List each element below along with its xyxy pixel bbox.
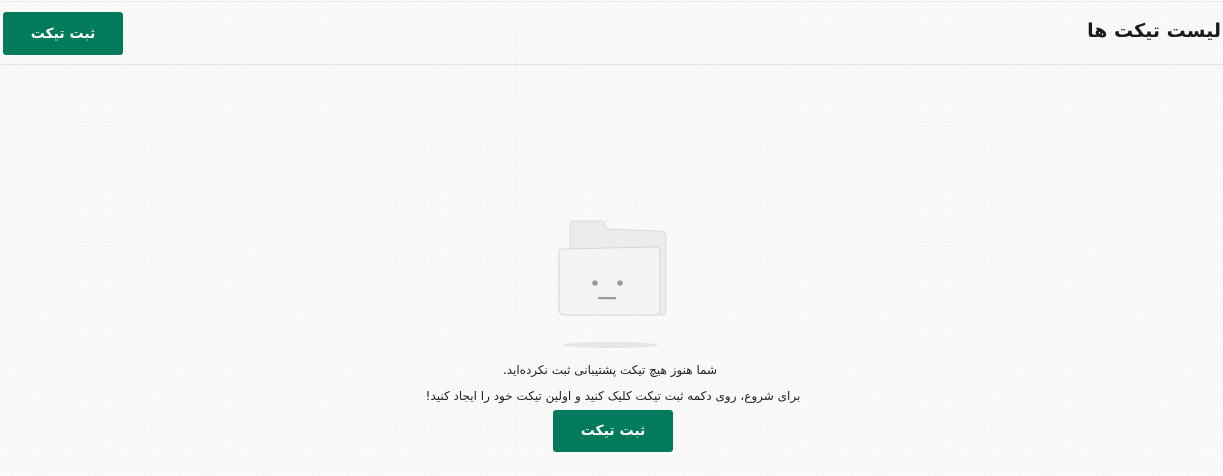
page-title: لیست تیکت ها bbox=[1087, 20, 1221, 42]
empty-folder-icon bbox=[545, 155, 703, 355]
create-ticket-button[interactable]: ثبت تیکت bbox=[3, 12, 123, 55]
page-header: لیست تیکت ها ثبت تیکت bbox=[0, 0, 1223, 65]
create-first-ticket-button[interactable]: ثبت تیکت bbox=[553, 410, 673, 452]
tickets-page: لیست تیکت ها ثبت تیکت شما هنوز هیچ تیکت … bbox=[0, 0, 1223, 476]
empty-state-message: شما هنوز هیچ تیکت پشتیبانی ثبت نکرده‌اید… bbox=[502, 363, 718, 377]
empty-state-hint: برای شروع، روی دکمه ثبت تیکت کلیک کنید و… bbox=[425, 389, 801, 403]
